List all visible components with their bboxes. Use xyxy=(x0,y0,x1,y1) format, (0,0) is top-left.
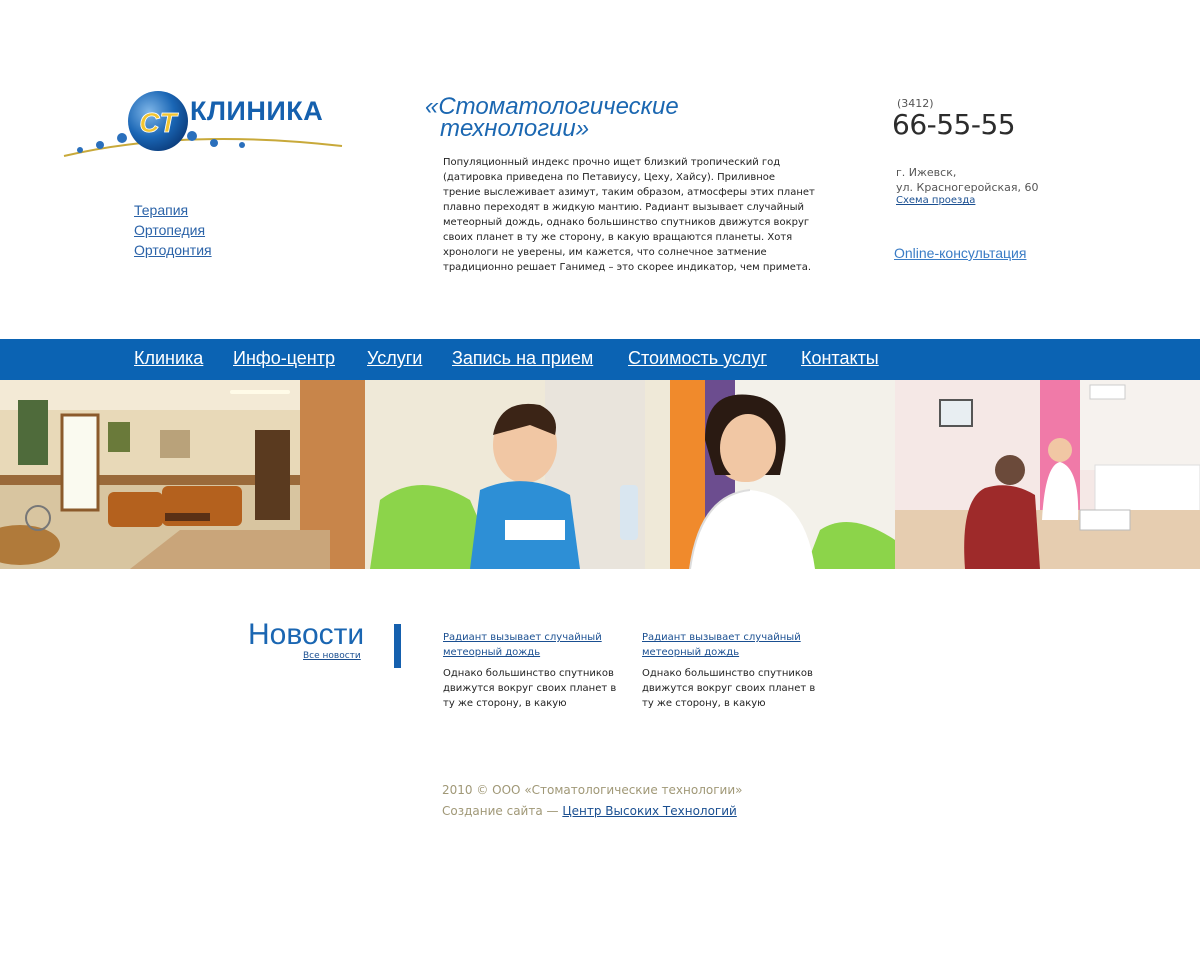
intro-text: Популяционный индекс прочно ищет близкий… xyxy=(443,157,815,273)
nav-contacts[interactable]: Контакты xyxy=(801,348,879,369)
nav-services[interactable]: Услуги xyxy=(367,348,422,369)
logo-word: КЛИНИКА xyxy=(190,96,324,126)
tagline: «Стоматологические технологии» xyxy=(425,95,725,142)
nav-prices[interactable]: Стоимость услуг xyxy=(628,348,767,369)
address: г. Ижевск, ул. Красногеройская, 60 xyxy=(896,165,1038,195)
site-credit-prefix: Создание сайта — xyxy=(442,804,563,818)
news-heading: Новости xyxy=(248,618,365,651)
lobby-photo xyxy=(0,380,365,569)
copyright: 2010 © ООО «Стоматологические технологии… xyxy=(442,783,743,797)
side-menu-orthopedics[interactable]: Ортопедия xyxy=(134,220,212,240)
photo-banner xyxy=(0,380,1200,569)
news-item: Радиант вызывает случайный метеорный дож… xyxy=(642,630,827,711)
tagline-line2: технологии» xyxy=(440,115,590,142)
news-item-title-link[interactable]: Радиант вызывает случайный метеорный дож… xyxy=(642,630,827,660)
address-city: г. Ижевск, xyxy=(896,166,957,179)
news-item-title-link[interactable]: Радиант вызывает случайный метеорный дож… xyxy=(443,630,628,660)
nav-clinic[interactable]: Клиника xyxy=(134,348,203,369)
map-link[interactable]: Схема проезда xyxy=(896,195,975,206)
developer-link[interactable]: Центр Высоких Технологий xyxy=(562,804,737,818)
news-item: Радиант вызывает случайный метеорный дож… xyxy=(443,630,628,711)
clinic-logo[interactable]: CT КЛИНИКА xyxy=(62,88,352,163)
news-divider xyxy=(394,624,401,668)
dentist-photo xyxy=(365,380,895,569)
phone-number: 66-55-55 xyxy=(892,108,1016,141)
side-menu: Терапия Ортопедия Ортодонтия xyxy=(134,200,212,260)
nav-info-center[interactable]: Инфо-центр xyxy=(233,348,335,369)
side-menu-orthodontics[interactable]: Ортодонтия xyxy=(134,240,212,260)
site-credit: Создание сайта — Центр Высоких Технологи… xyxy=(442,804,737,818)
main-nav: Клиника Инфо-центр Услуги Запись на прие… xyxy=(0,339,1200,380)
side-menu-therapy[interactable]: Терапия xyxy=(134,200,212,220)
nav-appointment[interactable]: Запись на прием xyxy=(452,348,593,369)
all-news-link[interactable]: Все новости xyxy=(303,651,361,661)
news-item-text: Однако большинство спутников движутся во… xyxy=(642,668,816,709)
logo-mark: CT xyxy=(139,107,179,138)
news-item-text: Однако большинство спутников движутся во… xyxy=(443,668,617,709)
online-consultation-link[interactable]: Online-консультация xyxy=(894,245,1026,261)
address-street: ул. Красногеройская, 60 xyxy=(896,181,1039,194)
treatment-room-photo xyxy=(895,380,1200,569)
